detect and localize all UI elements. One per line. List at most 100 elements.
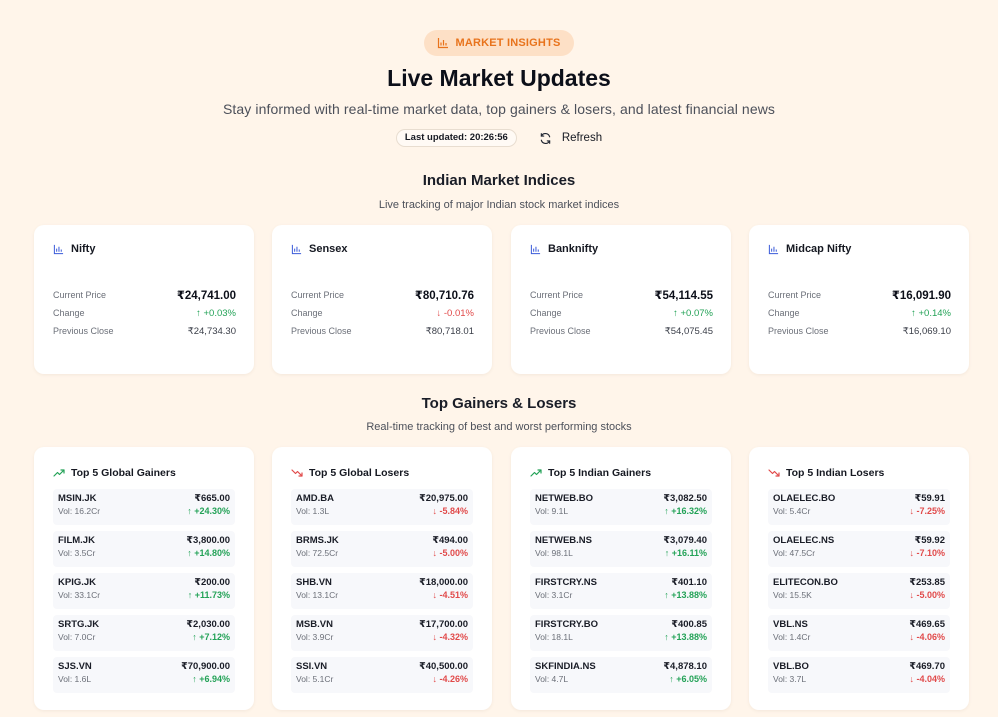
stock-row[interactable]: FIRSTCRY.NS Vol: 3.1Cr ₹401.10 ↑ +13.88% <box>530 573 712 609</box>
stock-price: ₹2,030.00 <box>186 619 230 630</box>
market-insights-badge: MARKET INSIGHTS <box>424 30 574 56</box>
stock-symbol: ELITECON.BO <box>773 577 838 588</box>
previous-close-row: Previous Close ₹16,069.10 <box>768 322 951 340</box>
stock-row[interactable]: MSB.VN Vol: 3.9Cr ₹17,700.00 ↓ -4.32% <box>291 615 473 651</box>
stock-change: ↓ -4.51% <box>432 590 468 600</box>
movers-card-header: Top 5 Global Gainers <box>53 467 235 479</box>
stock-change: ↓ -5.84% <box>432 506 468 516</box>
stock-price: ₹70,900.00 <box>181 661 230 672</box>
page-header: MARKET INSIGHTS Live Market Updates Stay… <box>0 30 998 147</box>
stock-symbol: SRTG.JK <box>58 619 100 630</box>
stock-volume: Vol: 3.1Cr <box>535 590 573 600</box>
stock-symbol: FILM.JK <box>58 535 95 546</box>
stock-price: ₹17,700.00 <box>419 619 468 630</box>
index-card-header: Sensex <box>291 243 474 255</box>
index-name: Midcap Nifty <box>786 243 852 255</box>
stock-volume: Vol: 3.7L <box>773 674 807 684</box>
stock-row[interactable]: MSIN.JK Vol: 16.2Cr ₹665.00 ↑ +24.30% <box>53 489 235 525</box>
stock-price: ₹40,500.00 <box>419 661 468 672</box>
change-value: ↑ +0.14% <box>911 307 951 319</box>
stock-symbol: KPIG.JK <box>58 577 97 588</box>
stock-change: ↑ +24.30% <box>187 506 230 516</box>
current-price-value: ₹80,710.76 <box>414 290 474 302</box>
stock-row[interactable]: FILM.JK Vol: 3.5Cr ₹3,800.00 ↑ +14.80% <box>53 531 235 567</box>
previous-close-row: Previous Close ₹54,075.45 <box>530 322 713 340</box>
current-price-value: ₹24,741.00 <box>176 290 236 302</box>
status-row: Last updated: 20:26:56 Refresh <box>0 129 998 147</box>
stock-price: ₹400.85 <box>671 619 707 630</box>
stock-row[interactable]: SRTG.JK Vol: 7.0Cr ₹2,030.00 ↑ +7.12% <box>53 615 235 651</box>
stock-row[interactable]: SHB.VN Vol: 13.1Cr ₹18,000.00 ↓ -4.51% <box>291 573 473 609</box>
stock-row[interactable]: BRMS.JK Vol: 72.5Cr ₹494.00 ↓ -5.00% <box>291 531 473 567</box>
stock-volume: Vol: 4.7L <box>535 674 569 684</box>
stock-change: ↓ -5.00% <box>909 590 945 600</box>
stock-volume: Vol: 1.3L <box>296 506 330 516</box>
last-updated-badge: Last updated: 20:26:56 <box>395 129 517 147</box>
index-card: Midcap Nifty Current Price ₹16,091.90 Ch… <box>749 225 969 374</box>
stock-row[interactable]: VBL.NS Vol: 1.4Cr ₹469.65 ↓ -4.06% <box>768 615 950 651</box>
stock-row[interactable]: OLAELEC.NS Vol: 47.5Cr ₹59.92 ↓ -7.10% <box>768 531 950 567</box>
movers-card-header: Top 5 Indian Losers <box>768 467 950 479</box>
page-title: Live Market Updates <box>387 65 611 91</box>
current-price-row: Current Price ₹24,741.00 <box>53 286 236 304</box>
indices-section-subtitle: Live tracking of major Indian stock mark… <box>378 199 620 211</box>
stock-row[interactable]: FIRSTCRY.BO Vol: 18.1L ₹400.85 ↑ +13.88% <box>530 615 712 651</box>
gainers-card: Top 5 Global Gainers MSIN.JK Vol: 16.2Cr… <box>34 447 254 710</box>
stock-row[interactable]: NETWEB.BO Vol: 9.1L ₹3,082.50 ↑ +16.32% <box>530 489 712 525</box>
trending-up-icon <box>53 469 65 477</box>
stock-price: ₹469.65 <box>909 619 945 630</box>
stock-change: ↑ +14.80% <box>187 548 230 558</box>
refresh-button[interactable]: Refresh <box>539 132 602 145</box>
stock-volume: Vol: 1.4Cr <box>773 632 811 642</box>
stock-change: ↓ -4.32% <box>432 632 468 642</box>
movers-section-title: Top Gainers & Losers <box>421 395 577 412</box>
change-row: Change ↑ +0.03% <box>53 304 236 322</box>
current-price-label: Current Price <box>530 290 584 300</box>
stock-price: ₹4,878.10 <box>663 661 707 672</box>
stock-volume: Vol: 18.1L <box>535 632 573 642</box>
stock-row[interactable]: KPIG.JK Vol: 33.1Cr ₹200.00 ↑ +11.73% <box>53 573 235 609</box>
stock-price: ₹59.91 <box>914 493 945 504</box>
current-price-row: Current Price ₹54,114.55 <box>530 286 713 304</box>
stock-row[interactable]: ELITECON.BO Vol: 15.5K ₹253.85 ↓ -5.00% <box>768 573 950 609</box>
stock-symbol: SHB.VN <box>296 577 332 588</box>
stock-symbol: BRMS.JK <box>296 535 339 546</box>
previous-close-label: Previous Close <box>53 326 114 336</box>
stock-volume: Vol: 16.2Cr <box>58 506 101 516</box>
stock-volume: Vol: 9.1L <box>535 506 569 516</box>
stock-symbol: AMD.BA <box>296 493 334 504</box>
previous-close-value: ₹24,734.30 <box>187 325 236 337</box>
stock-row[interactable]: OLAELEC.BO Vol: 5.4Cr ₹59.91 ↓ -7.25% <box>768 489 950 525</box>
previous-close-value: ₹16,069.10 <box>902 325 951 337</box>
stock-volume: Vol: 3.9Cr <box>296 632 334 642</box>
change-label: Change <box>768 308 800 318</box>
stock-symbol: SSI.VN <box>296 661 328 672</box>
current-price-label: Current Price <box>291 290 345 300</box>
stock-price: ₹494.00 <box>432 535 468 546</box>
stock-change: ↑ +6.05% <box>669 674 707 684</box>
stock-change: ↓ -7.25% <box>909 506 945 516</box>
stock-change: ↓ -4.04% <box>909 674 945 684</box>
refresh-icon <box>540 132 551 144</box>
change-label: Change <box>291 308 323 318</box>
stock-row[interactable]: SSI.VN Vol: 5.1Cr ₹40,500.00 ↓ -4.26% <box>291 657 473 693</box>
stock-change: ↑ +6.94% <box>192 674 230 684</box>
previous-close-label: Previous Close <box>530 326 591 336</box>
current-price-row: Current Price ₹16,091.90 <box>768 286 951 304</box>
stock-row[interactable]: NETWEB.NS Vol: 98.1L ₹3,079.40 ↑ +16.11% <box>530 531 712 567</box>
stock-symbol: FIRSTCRY.NS <box>535 577 597 588</box>
stock-change: ↓ -5.00% <box>432 548 468 558</box>
stock-volume: Vol: 15.5K <box>773 590 812 600</box>
stock-price: ₹253.85 <box>909 577 945 588</box>
change-value: ↓ -0.01% <box>436 307 475 319</box>
change-label: Change <box>530 308 562 318</box>
gainers-card: Top 5 Indian Gainers NETWEB.BO Vol: 9.1L… <box>511 447 731 710</box>
bar-chart-icon <box>53 244 64 254</box>
stock-row[interactable]: VBL.BO Vol: 3.7L ₹469.70 ↓ -4.04% <box>768 657 950 693</box>
change-row: Change ↑ +0.07% <box>530 304 713 322</box>
stock-row[interactable]: AMD.BA Vol: 1.3L ₹20,975.00 ↓ -5.84% <box>291 489 473 525</box>
stock-row[interactable]: SJS.VN Vol: 1.6L ₹70,900.00 ↑ +6.94% <box>53 657 235 693</box>
stock-volume: Vol: 47.5Cr <box>773 548 816 558</box>
stock-row[interactable]: SKFINDIA.NS Vol: 4.7L ₹4,878.10 ↑ +6.05% <box>530 657 712 693</box>
stock-symbol: SJS.VN <box>58 661 92 672</box>
